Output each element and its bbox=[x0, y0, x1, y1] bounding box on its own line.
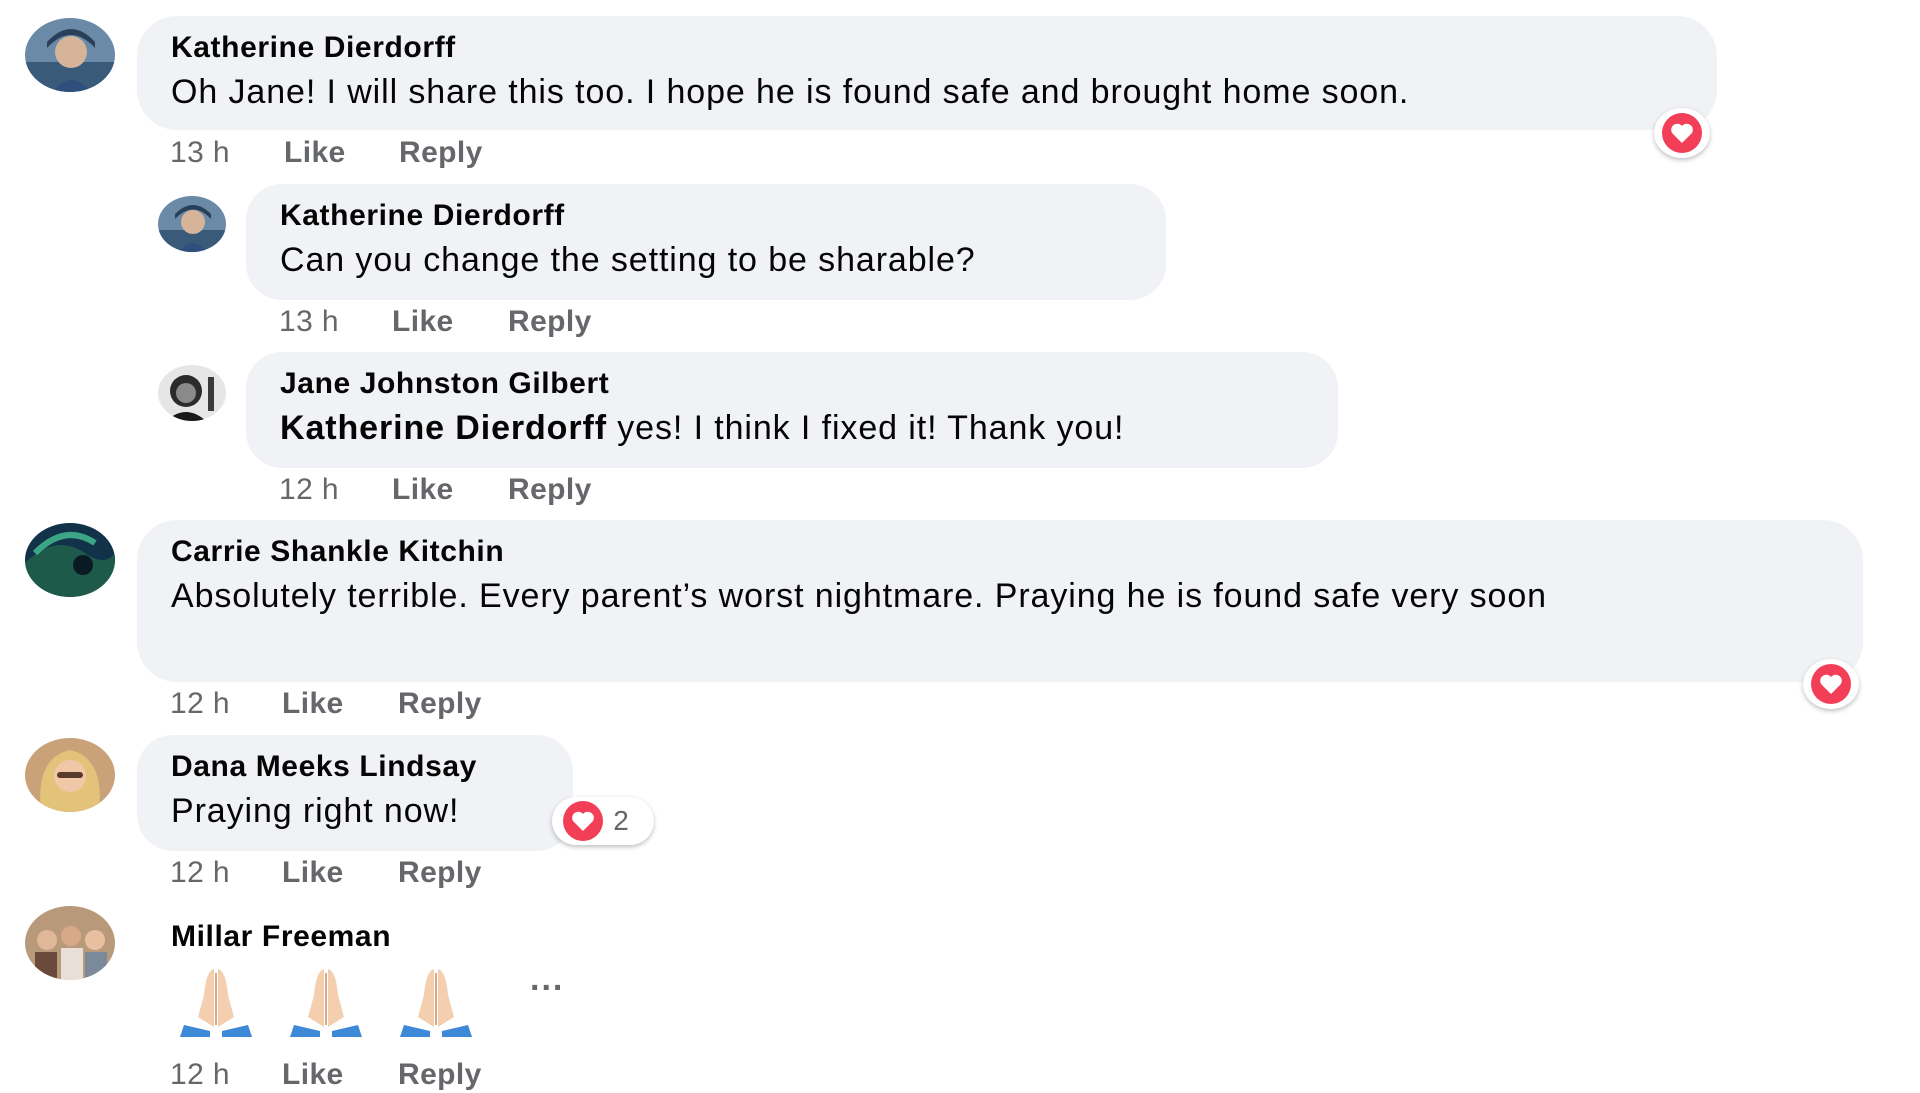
reaction-badge[interactable]: 2 bbox=[552, 797, 654, 845]
comment-bubble: Katherine Dierdorff Can you change the s… bbox=[246, 184, 1166, 300]
like-button[interactable]: Like bbox=[284, 135, 399, 171]
comment-bubble: Dana Meeks Lindsay Praying right now! bbox=[137, 735, 573, 851]
reply-button[interactable]: Reply bbox=[398, 855, 482, 891]
comment-meta: 12 h Like Reply bbox=[279, 472, 592, 508]
reply-button[interactable]: Reply bbox=[398, 1057, 482, 1093]
like-button[interactable]: Like bbox=[282, 855, 398, 891]
comment-time[interactable]: 12 h bbox=[170, 855, 282, 891]
comment-author[interactable]: Katherine Dierdorff bbox=[280, 198, 1132, 234]
comment-author[interactable]: Katherine Dierdorff bbox=[171, 30, 1683, 66]
avatar[interactable] bbox=[25, 18, 115, 92]
comment-author[interactable]: Millar Freeman bbox=[171, 919, 391, 955]
comment-meta: 12 h Like Reply bbox=[170, 855, 482, 891]
comment-text: Can you change the setting to be sharabl… bbox=[280, 241, 976, 279]
comment-bubble: Carrie Shankle Kitchin Absolutely terrib… bbox=[137, 520, 1863, 682]
comment-text: Absolutely terrible. Every parent’s wors… bbox=[171, 577, 1547, 615]
reaction-badge[interactable] bbox=[1803, 659, 1859, 709]
avatar[interactable] bbox=[25, 906, 115, 980]
reaction-count: 2 bbox=[613, 805, 629, 836]
praying-hands-icon bbox=[400, 969, 472, 1037]
comment-text: Praying right now! bbox=[171, 792, 460, 830]
comment-time[interactable]: 12 h bbox=[170, 1057, 282, 1093]
like-button[interactable]: Like bbox=[282, 686, 398, 722]
comment-meta: 13 h Like Reply bbox=[170, 135, 483, 171]
comment-meta: 12 h Like Reply bbox=[170, 686, 482, 722]
comment-bubble: Jane Johnston Gilbert Katherine Dierdorf… bbox=[246, 352, 1338, 468]
like-button[interactable]: Like bbox=[392, 304, 508, 340]
reply-button[interactable]: Reply bbox=[508, 304, 592, 340]
comment-author[interactable]: Dana Meeks Lindsay bbox=[171, 749, 539, 785]
like-button[interactable]: Like bbox=[282, 1057, 398, 1093]
comment-meta: 12 h Like Reply bbox=[170, 1057, 482, 1093]
comment-author[interactable]: Jane Johnston Gilbert bbox=[280, 366, 1304, 402]
emoji-row bbox=[170, 965, 482, 1037]
avatar[interactable] bbox=[25, 738, 115, 812]
comment-text: Oh Jane! I will share this too. I hope h… bbox=[171, 73, 1410, 111]
comment-bubble: Katherine Dierdorff Oh Jane! I will shar… bbox=[137, 16, 1717, 130]
reaction-badge[interactable] bbox=[1654, 108, 1710, 158]
reply-button[interactable]: Reply bbox=[399, 135, 483, 171]
comment-author[interactable]: Carrie Shankle Kitchin bbox=[171, 534, 1829, 570]
avatar[interactable] bbox=[158, 196, 226, 252]
avatar[interactable] bbox=[158, 365, 226, 421]
like-button[interactable]: Like bbox=[392, 472, 508, 508]
avatar[interactable] bbox=[25, 523, 115, 597]
reply-button[interactable]: Reply bbox=[398, 686, 482, 722]
comment-meta: 13 h Like Reply bbox=[279, 304, 592, 340]
comment-time[interactable]: 13 h bbox=[279, 304, 392, 340]
heart-icon bbox=[1662, 113, 1702, 153]
heart-icon bbox=[1811, 664, 1851, 704]
reply-button[interactable]: Reply bbox=[508, 472, 592, 508]
comment-text-body: yes! I think I fixed it! Thank you! bbox=[606, 409, 1125, 447]
comment-time[interactable]: 12 h bbox=[279, 472, 392, 508]
heart-icon bbox=[563, 801, 604, 841]
praying-hands-icon bbox=[290, 969, 362, 1037]
comment-text: Katherine Dierdorff yes! I think I fixed… bbox=[280, 406, 1304, 450]
more-options-icon[interactable]: ... bbox=[530, 960, 564, 999]
mention-link[interactable]: Katherine Dierdorff bbox=[280, 409, 607, 447]
comment-time[interactable]: 12 h bbox=[170, 686, 282, 722]
praying-hands-icon bbox=[180, 969, 252, 1037]
comment-time[interactable]: 13 h bbox=[170, 135, 284, 171]
